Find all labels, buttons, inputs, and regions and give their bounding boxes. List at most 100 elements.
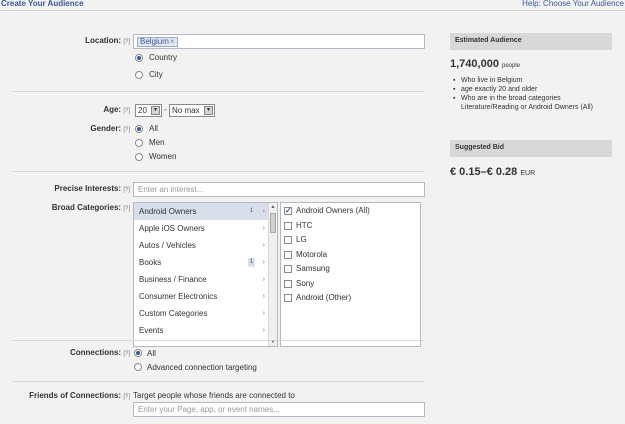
divider — [12, 171, 425, 172]
subcategory-label: Sony — [296, 279, 315, 288]
divider — [12, 340, 425, 341]
category-item-autos-vehicles[interactable]: Autos / Vehicles › — [134, 237, 270, 254]
connections-label: Connections: [?] — [0, 348, 130, 357]
audience-count: 1,740,000 people — [450, 58, 520, 70]
age-max-select[interactable]: No max ▼ — [169, 104, 215, 117]
chevron-right-icon: › — [262, 276, 265, 283]
chevron-right-icon: › — [262, 225, 265, 232]
friends-of-connections-input[interactable] — [134, 403, 424, 416]
audience-count-value: 1,740,000 — [450, 58, 499, 70]
location-country-radio[interactable] — [135, 54, 143, 62]
suggested-bid-currency: EUR — [520, 170, 536, 177]
chevron-right-icon: › — [262, 310, 265, 317]
friends-of-connections-help-icon[interactable]: [?] — [123, 394, 130, 400]
gender-women-label: Women — [149, 152, 177, 161]
location-city-label: City — [149, 70, 163, 79]
connections-all-radio[interactable] — [134, 349, 142, 357]
connections-advanced-label: Advanced connection targeting — [147, 363, 257, 372]
gender-help-icon[interactable]: [?] — [123, 127, 130, 133]
page-title: Create Your Audience — [1, 0, 84, 8]
connections-label-text: Connections: — [69, 348, 122, 357]
subcategory-checkbox-motorola[interactable] — [284, 251, 292, 259]
subcategory-checkbox-lg[interactable] — [284, 236, 292, 244]
gender-women-radio[interactable] — [135, 153, 143, 161]
age-dash: - — [164, 105, 167, 114]
category-item-business-finance[interactable]: Business / Finance › — [134, 271, 270, 288]
category-item-custom-categories[interactable]: Custom Categories › — [134, 305, 270, 322]
top-bar: Create Your Audience Help: Choose Your A… — [0, 0, 625, 11]
category-item-label: Android Owners — [139, 207, 197, 216]
suggested-bid-range: € 0.15–€ 0.28 — [450, 166, 518, 178]
precise-interests-label-text: Precise Interests: — [54, 184, 122, 193]
location-input[interactable]: Belgium× — [133, 34, 425, 49]
subcategory-label: Samsung — [296, 264, 330, 273]
chevron-right-icon: › — [262, 259, 265, 266]
chevron-right-icon: › — [262, 208, 265, 215]
subcategory-checkbox-android-all[interactable] — [284, 206, 292, 215]
help-link[interactable]: Help: Choose Your Audience — [522, 0, 624, 8]
broad-categories-label-text: Broad Categories: — [51, 203, 122, 212]
location-help-icon[interactable]: [?] — [123, 39, 130, 45]
subcategory-label: Motorola — [296, 250, 328, 259]
chevron-right-icon: › — [262, 242, 265, 249]
age-min-select[interactable]: 20 ▼ — [135, 104, 162, 117]
age-label-text: Age: — [103, 105, 122, 114]
chevron-right-icon: › — [262, 327, 265, 334]
subcategory-label: Android Owners (All) — [296, 206, 370, 215]
precise-interests-field[interactable] — [133, 182, 425, 197]
divider — [12, 91, 425, 92]
category-item-android-owners[interactable]: Android Owners 1 › — [134, 203, 270, 220]
broad-categories-help-icon[interactable]: [?] — [123, 206, 130, 212]
age-max-value: No max — [172, 106, 200, 115]
scrollbar-thumb[interactable] — [270, 213, 276, 233]
subcategory-checkbox-sony[interactable] — [284, 280, 292, 288]
subcategory-label: Android (Other) — [296, 293, 352, 302]
category-count-badge: 1 — [247, 258, 255, 267]
precise-interests-input[interactable] — [134, 183, 424, 196]
subcategory-checkbox-android-other[interactable] — [284, 294, 292, 302]
category-item-apple-ios-owners[interactable]: Apple iOS Owners › — [134, 220, 270, 237]
subcategory-checkbox-samsung[interactable] — [284, 265, 292, 273]
estimated-audience-header: Estimated Audience — [450, 33, 612, 50]
subcategory-label: HTC — [296, 221, 313, 230]
location-token: Belgium× — [137, 37, 178, 47]
age-label: Age: [?] — [0, 105, 130, 114]
category-count-badge: 1 — [249, 208, 253, 214]
category-item-label: Apple iOS Owners — [139, 224, 205, 233]
list-item: age exactly 20 and older — [453, 85, 615, 94]
gender-label-text: Gender: — [90, 124, 122, 133]
gender-label: Gender: [?] — [0, 124, 130, 133]
audience-count-unit: people — [502, 63, 521, 69]
scroll-up-icon[interactable]: ▲ — [269, 203, 277, 211]
gender-men-radio[interactable] — [135, 139, 143, 147]
category-list: Android Owners 1 › Apple iOS Owners › Au… — [133, 202, 278, 347]
friends-of-connections-label-text: Friends of Connections: — [29, 391, 122, 400]
precise-interests-label: Precise Interests: [?] — [0, 184, 130, 193]
category-item-events[interactable]: Events › — [134, 322, 270, 339]
subcategory-checkbox-htc[interactable] — [284, 222, 292, 230]
connections-help-icon[interactable]: [?] — [123, 351, 130, 357]
precise-interests-help-icon[interactable]: [?] — [123, 187, 130, 193]
category-item-consumer-electronics[interactable]: Consumer Electronics › — [134, 288, 270, 305]
suggested-bid-header: Suggested Bid — [450, 140, 612, 157]
estimated-audience-title: Estimated Audience — [455, 37, 522, 44]
category-item-books[interactable]: Books 1 › — [134, 254, 270, 271]
connections-advanced-radio[interactable] — [134, 363, 142, 371]
category-item-label: Events — [139, 326, 164, 335]
chevron-right-icon: › — [262, 293, 265, 300]
location-city-radio[interactable] — [135, 71, 143, 79]
remove-token-icon[interactable]: × — [170, 37, 175, 46]
audience-form: Location: [?] Belgium× Country City Age:… — [0, 11, 625, 424]
category-item-label: Books — [139, 258, 162, 267]
gender-all-radio[interactable] — [135, 125, 143, 133]
age-help-icon[interactable]: [?] — [123, 108, 130, 114]
friends-of-connections-field[interactable] — [133, 402, 425, 417]
chevron-down-icon: ▼ — [204, 106, 213, 115]
connections-all-label: All — [147, 349, 156, 358]
location-label: Location: [?] — [0, 36, 130, 45]
audience-criteria-list: Who live in Belgium age exactly 20 and o… — [453, 76, 615, 112]
category-item-label: Consumer Electronics — [139, 292, 218, 301]
list-item: Who are in the broad categories Literatu… — [453, 94, 615, 112]
gender-men-label: Men — [149, 138, 165, 147]
category-scrollbar[interactable]: ▲ ▼ — [268, 203, 277, 346]
